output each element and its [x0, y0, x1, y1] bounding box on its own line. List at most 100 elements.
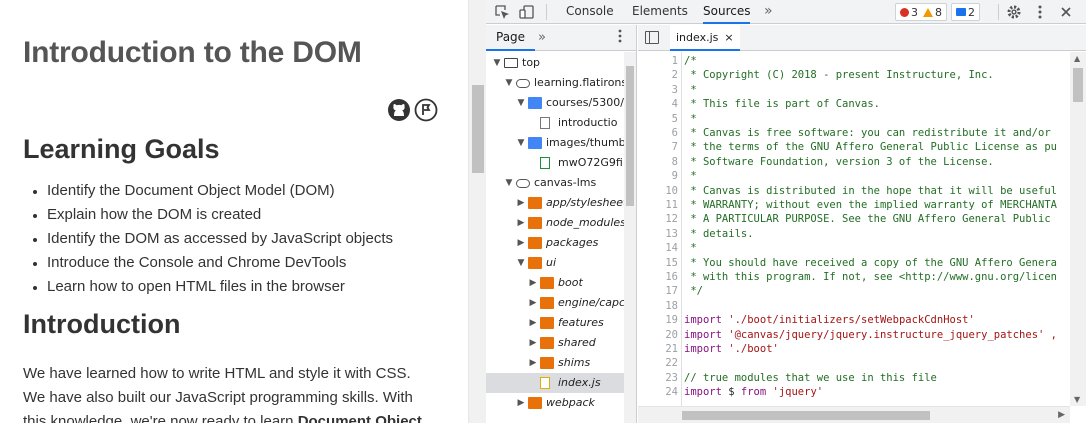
collapsed-arrow-icon[interactable]: ▶ — [528, 273, 538, 293]
code-area[interactable]: 1/* 2 * Copyright (C) 2018 - present Inst… — [638, 52, 1070, 406]
editor-tab-index-js[interactable]: index.js × — [670, 25, 740, 51]
line-number[interactable]: 13 — [638, 227, 678, 241]
collapsed-arrow-icon[interactable]: ▶ — [528, 353, 538, 373]
collapsed-arrow-icon[interactable]: ▶ — [528, 333, 538, 353]
tree-item[interactable]: ▶ shims — [486, 353, 624, 373]
comment-token: * WARRANTY; without even the implied war… — [684, 199, 1057, 211]
collapsed-arrow-icon[interactable]: ▶ — [528, 313, 538, 333]
flag-icon[interactable] — [414, 98, 438, 122]
tree-item[interactable]: ▼ canvas-lms — [486, 173, 624, 193]
kebab-menu-icon[interactable] — [1031, 3, 1049, 21]
expanded-arrow-icon[interactable]: ▼ — [492, 53, 502, 73]
collapsed-arrow-icon[interactable]: ▶ — [528, 293, 538, 313]
tree-item[interactable]: introductio — [486, 113, 624, 133]
scroll-down-icon[interactable]: ▼ — [1074, 395, 1080, 404]
editor-vscroll-thumb[interactable] — [1073, 68, 1083, 102]
line-number[interactable]: 1 — [638, 54, 678, 68]
line-number[interactable]: 19 — [638, 313, 678, 327]
line-number[interactable]: 2 — [638, 68, 678, 82]
navigator-header: Page » — [486, 25, 636, 51]
code-line: 18 — [638, 299, 1070, 313]
line-number[interactable]: 14 — [638, 241, 678, 255]
navigator-scrollbar-thumb[interactable] — [626, 66, 634, 206]
tree-item[interactable]: ▶ features — [486, 313, 624, 333]
tree-item[interactable]: ▶ app/stylesheet — [486, 193, 624, 213]
line-number[interactable]: 4 — [638, 97, 678, 111]
line-number[interactable]: 24 — [638, 385, 678, 399]
line-number[interactable]: 21 — [638, 342, 678, 356]
tree-item[interactable]: ▼ top — [486, 53, 624, 73]
tree-item[interactable]: ▼ courses/5300/ — [486, 93, 624, 113]
more-tabs-icon[interactable]: » — [764, 0, 773, 24]
github-icon[interactable] — [387, 98, 411, 122]
tree-item[interactable]: ▼ images/thumb — [486, 133, 624, 153]
close-icon[interactable] — [1057, 3, 1075, 21]
inspect-element-icon[interactable] — [493, 3, 511, 21]
line-number[interactable]: 10 — [638, 184, 678, 198]
close-tab-icon[interactable]: × — [724, 31, 733, 44]
scroll-up-icon[interactable]: ▲ — [1074, 54, 1080, 63]
tab-sources[interactable]: Sources — [703, 0, 751, 24]
page-scrollbar[interactable] — [468, 0, 486, 423]
tree-item[interactable]: ▶ engine/capc — [486, 293, 624, 313]
code-line: 22 — [638, 356, 1070, 370]
collapsed-arrow-icon[interactable]: ▶ — [516, 233, 526, 253]
comment-token: * Canvas is free software: you can redis… — [684, 127, 1051, 139]
comment-token: * — [684, 170, 697, 183]
navigator-scrollbar[interactable] — [624, 52, 636, 423]
messages-badge[interactable]: 2 — [951, 3, 980, 21]
line-number[interactable]: 20 — [638, 328, 678, 342]
expanded-arrow-icon[interactable]: ▼ — [504, 73, 514, 93]
tree-item[interactable]: ▶ node_modules — [486, 213, 624, 233]
line-number[interactable]: 9 — [638, 169, 678, 183]
code-text: * — [684, 241, 696, 255]
line-number[interactable]: 16 — [638, 270, 678, 284]
tree-item[interactable]: ▶ packages — [486, 233, 624, 253]
collapsed-arrow-icon[interactable]: ▶ — [516, 193, 526, 213]
line-number[interactable]: 17 — [638, 284, 678, 298]
tree-item[interactable]: ▶ webpack — [486, 393, 624, 413]
navigator-more-icon[interactable]: » — [538, 25, 546, 50]
line-number[interactable]: 11 — [638, 198, 678, 212]
tree-item[interactable]: ▶ boot — [486, 273, 624, 293]
scroll-right-icon[interactable]: ▶ — [1058, 410, 1065, 420]
expanded-arrow-icon[interactable]: ▼ — [516, 133, 526, 153]
line-number[interactable]: 22 — [638, 356, 678, 370]
line-number[interactable]: 3 — [638, 83, 678, 97]
line-number[interactable]: 8 — [638, 155, 678, 169]
tree-item[interactable]: ▶ shared — [486, 333, 624, 353]
expanded-arrow-icon[interactable]: ▼ — [516, 253, 526, 273]
collapsed-arrow-icon[interactable]: ▶ — [516, 393, 526, 413]
line-number[interactable]: 5 — [638, 112, 678, 126]
code-line: 6 * Canvas is free software: you can red… — [638, 126, 1070, 140]
page-scrollbar-thumb[interactable] — [472, 85, 484, 173]
line-number[interactable]: 6 — [638, 126, 678, 140]
line-number[interactable]: 7 — [638, 140, 678, 154]
device-toolbar-icon[interactable] — [518, 3, 536, 21]
toggle-navigator-icon[interactable] — [645, 31, 659, 44]
tab-console[interactable]: Console — [566, 0, 614, 24]
editor-vertical-scrollbar[interactable]: ▲ ▼ — [1070, 52, 1086, 406]
collapsed-arrow-icon[interactable]: ▶ — [516, 213, 526, 233]
expanded-arrow-icon[interactable]: ▼ — [504, 173, 514, 193]
editor-horizontal-scrollbar[interactable]: ▶ — [638, 406, 1070, 423]
expanded-arrow-icon[interactable]: ▼ — [516, 93, 526, 113]
line-number[interactable]: 12 — [638, 212, 678, 226]
code-text: */ — [684, 284, 703, 298]
paragraph-line: We have also built our JavaScript progra… — [23, 389, 413, 406]
line-number[interactable]: 15 — [638, 256, 678, 270]
line-number[interactable]: 18 — [638, 299, 678, 313]
tree-item[interactable]: index.js — [486, 373, 624, 393]
line-number[interactable]: 23 — [638, 371, 678, 385]
gear-icon[interactable] — [1005, 3, 1023, 21]
tree-item[interactable]: ▼ ui — [486, 253, 624, 273]
intro-paragraph: We have learned how to write HTML and st… — [23, 362, 453, 423]
error-warning-badge[interactable]: 3 8 — [895, 3, 947, 21]
tree-item[interactable]: mwO72G9fi — [486, 153, 624, 173]
editor-hscroll-thumb[interactable] — [682, 411, 930, 420]
navigator-menu-icon[interactable] — [618, 29, 622, 47]
tab-elements[interactable]: Elements — [632, 0, 688, 24]
tab-page[interactable]: Page — [486, 25, 536, 51]
code-text: * Software Foundation, version 3 of the … — [684, 155, 993, 169]
tree-item[interactable]: ▼ learning.flatirons — [486, 73, 624, 93]
